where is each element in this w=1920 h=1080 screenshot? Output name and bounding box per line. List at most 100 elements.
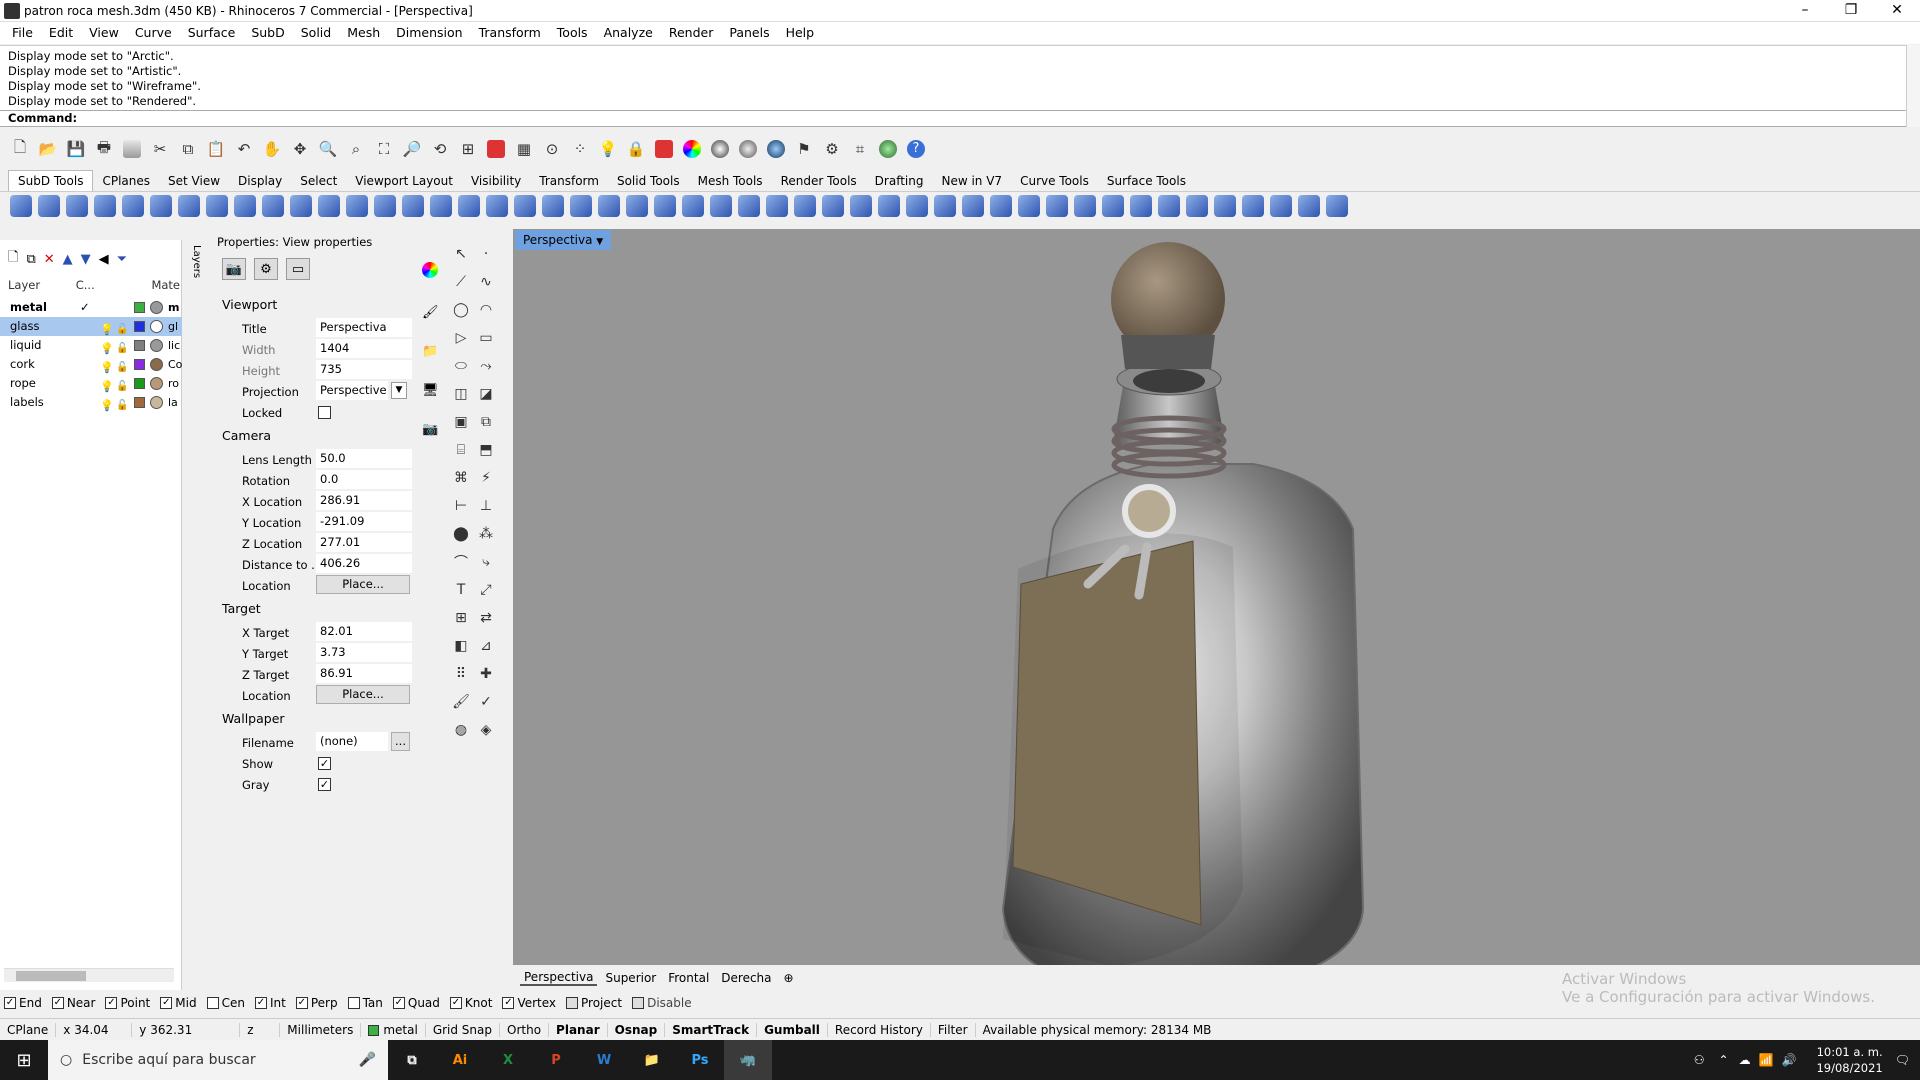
cplane-label[interactable]: CPlane xyxy=(0,1022,57,1037)
tab-curve-tools[interactable]: Curve Tools xyxy=(1011,171,1098,191)
rectangle-icon[interactable]: ▭ xyxy=(475,327,497,349)
menu-analyze[interactable]: Analyze xyxy=(596,23,661,43)
subd-tool-icon[interactable] xyxy=(850,195,872,217)
print-icon[interactable]: 🖶 xyxy=(92,138,116,160)
paste-icon[interactable]: 📋 xyxy=(204,138,228,160)
menu-tools[interactable]: Tools xyxy=(549,23,596,43)
shaded-sphere-icon[interactable] xyxy=(708,138,732,160)
menu-dimension[interactable]: Dimension xyxy=(388,23,470,43)
layer-row-metal[interactable]: metal ✓ m xyxy=(0,298,182,317)
filename-field[interactable]: (none) xyxy=(316,732,388,751)
smarttrack-toggle[interactable]: SmartTrack xyxy=(665,1022,758,1037)
y-location-field[interactable]: -291.09 xyxy=(316,512,412,531)
menu-edit[interactable]: Edit xyxy=(41,23,81,43)
light-bulb-icon[interactable]: 💡 xyxy=(596,138,620,160)
boolean-icon[interactable]: ⧉ xyxy=(475,411,497,433)
trim-icon[interactable]: ⤷ xyxy=(475,551,497,573)
subd-tool-icon[interactable] xyxy=(1074,195,1096,217)
subd-tool-icon[interactable] xyxy=(290,195,312,217)
subd-tool-icon[interactable] xyxy=(122,195,144,217)
layer-column-header[interactable]: Layer xyxy=(8,278,76,294)
subd-tool-icon[interactable] xyxy=(150,195,172,217)
point-icon[interactable]: · xyxy=(475,243,497,265)
osnap-tan[interactable]: Tan xyxy=(347,996,383,1010)
menu-view[interactable]: View xyxy=(81,23,127,43)
camera-place-button[interactable]: Place... xyxy=(316,575,410,594)
volume-icon[interactable]: 🔊 xyxy=(1782,1053,1797,1067)
tab-display[interactable]: Display xyxy=(229,171,291,191)
curve-icon[interactable]: ∿ xyxy=(475,271,497,293)
title-field[interactable]: Perspectiva xyxy=(316,318,412,337)
layer-row-cork[interactable]: cork 💡 🔓 Co xyxy=(0,355,182,374)
tab-render-tools[interactable]: Render Tools xyxy=(772,171,866,191)
checkbox-checked-icon[interactable]: ✓ xyxy=(4,997,16,1009)
checkbox-checked-icon[interactable]: ✓ xyxy=(105,997,118,1009)
layer-color-swatch[interactable] xyxy=(134,340,145,351)
unlock-icon[interactable]: 🔓 xyxy=(116,396,128,415)
osnap-point[interactable]: ✓ Point xyxy=(105,996,150,1010)
subd-tool-icon[interactable] xyxy=(66,195,88,217)
zoom-selected-icon[interactable]: 🔎 xyxy=(400,138,424,160)
subd-tool-icon[interactable] xyxy=(178,195,200,217)
subd-tool-icon[interactable] xyxy=(1242,195,1264,217)
ortho-toggle[interactable]: Ortho xyxy=(500,1022,550,1037)
material-column-header[interactable]: Mate xyxy=(151,278,180,294)
clock[interactable]: 10:01 a. m. 19/08/2021 xyxy=(1816,1044,1882,1076)
person-icon[interactable]: ⚇ xyxy=(1694,1053,1705,1067)
microphone-icon[interactable]: 🎤 xyxy=(359,1052,376,1068)
chevron-up-icon[interactable]: ⌃ xyxy=(1719,1053,1729,1067)
osnap-perp[interactable]: ✓ Perp xyxy=(295,996,338,1010)
checkbox-unchecked-icon[interactable] xyxy=(566,997,579,1009)
join-icon[interactable]: ⁂ xyxy=(475,523,497,545)
lock-icon[interactable]: 🔒 xyxy=(624,138,648,160)
checkbox-checked-icon[interactable]: ✓ xyxy=(51,997,64,1009)
render-mesh-icon[interactable]: ◍ xyxy=(450,719,472,741)
layer-color-swatch[interactable] xyxy=(134,302,145,313)
show-checkbox[interactable]: ✓ xyxy=(318,757,331,770)
gumball-toggle[interactable]: Gumball xyxy=(757,1022,828,1037)
subd-tool-icon[interactable] xyxy=(598,195,620,217)
fillet-icon[interactable]: ⌒ xyxy=(450,551,472,573)
tab-subd-tools[interactable]: SubD Tools xyxy=(8,170,94,191)
zoom-window-icon[interactable]: ⌕ xyxy=(344,138,368,160)
checkbox-unchecked-icon[interactable] xyxy=(206,997,219,1009)
osnap-int[interactable]: ✓ Int xyxy=(254,996,286,1010)
text-icon[interactable]: ⊥ xyxy=(475,495,497,517)
gumball-icon[interactable]: ✚ xyxy=(475,663,497,685)
height-field[interactable]: 735 xyxy=(316,360,412,379)
subd-tool-icon[interactable] xyxy=(962,195,984,217)
x-location-field[interactable]: 286.91 xyxy=(316,491,412,510)
surface-icon[interactable]: ◫ xyxy=(450,383,472,405)
tab-select[interactable]: Select xyxy=(291,171,346,191)
subd-tool-icon[interactable] xyxy=(38,195,60,217)
rotation-field[interactable]: 0.0 xyxy=(316,470,412,489)
layer-color-swatch[interactable] xyxy=(134,397,145,408)
osnap-vertex[interactable]: ✓ Vertex xyxy=(502,996,556,1010)
new-file-icon[interactable]: 🗋 xyxy=(8,138,32,160)
subd-tool-icon[interactable] xyxy=(542,195,564,217)
lens-length-field[interactable]: 50.0 xyxy=(316,449,412,468)
subd-tool-icon[interactable] xyxy=(1158,195,1180,217)
cplane-icon[interactable] xyxy=(484,138,508,160)
tab-new-in-v7[interactable]: New in V7 xyxy=(932,171,1011,191)
tab-visibility[interactable]: Visibility xyxy=(462,171,530,191)
tab-solid-tools[interactable]: Solid Tools xyxy=(608,171,689,191)
tab-frontal[interactable]: Frontal xyxy=(664,971,713,985)
material-flag-icon[interactable]: ⚑ xyxy=(792,138,816,160)
tray-app-icon[interactable]: ☁ xyxy=(1739,1053,1751,1067)
chevron-down-icon[interactable]: ▼ xyxy=(596,237,603,247)
move-down-icon[interactable]: ▼ xyxy=(81,252,91,267)
ellipse-icon[interactable]: ⬭ xyxy=(450,355,472,377)
loft-icon[interactable]: ◪ xyxy=(475,383,497,405)
subd-tool-icon[interactable] xyxy=(682,195,704,217)
layer-color-swatch[interactable] xyxy=(134,359,145,370)
texture-icon[interactable]: ◈ xyxy=(475,719,497,741)
zoom-extents-icon[interactable]: ⛶ xyxy=(372,138,396,160)
history-scrollbar[interactable] xyxy=(1906,45,1920,127)
subd-tool-icon[interactable] xyxy=(346,195,368,217)
pan-hand-icon[interactable]: ✋ xyxy=(260,138,284,160)
gray-checkbox[interactable]: ✓ xyxy=(318,778,331,791)
osnap-mid[interactable]: ✓ Mid xyxy=(160,996,197,1010)
maximize-button[interactable]: ❐ xyxy=(1828,0,1874,22)
subd-tool-icon[interactable] xyxy=(486,195,508,217)
